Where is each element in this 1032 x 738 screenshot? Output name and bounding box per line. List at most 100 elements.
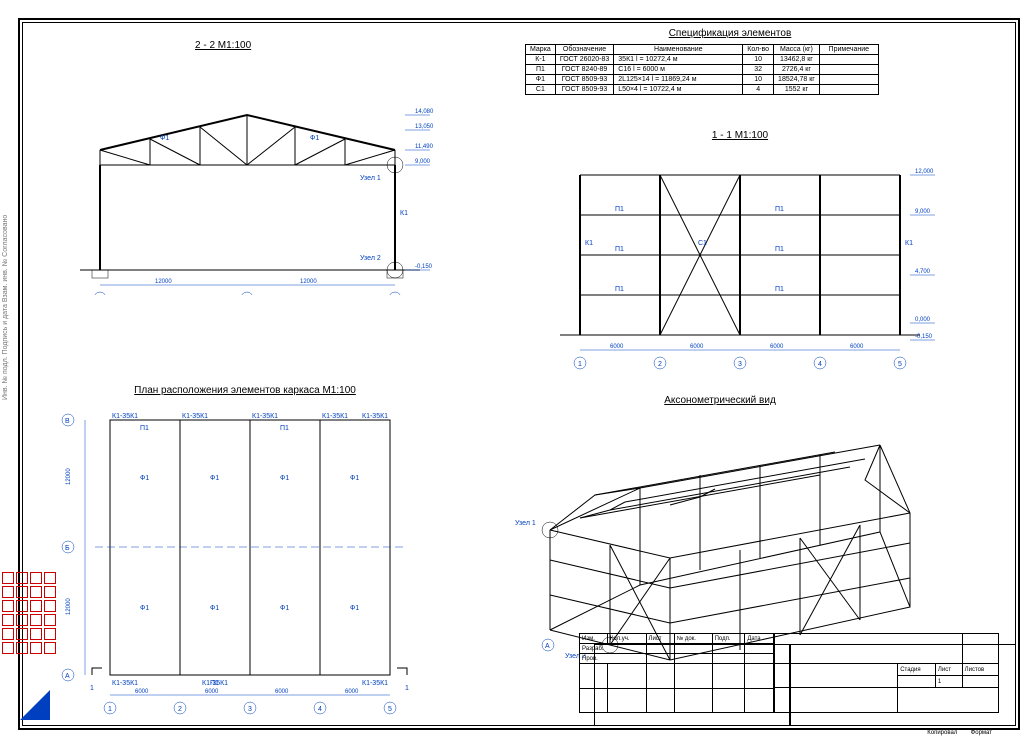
svg-text:3: 3 [248, 706, 252, 713]
spec-h1: Обозначение [555, 45, 613, 55]
svg-text:Б: Б [65, 545, 70, 552]
svg-text:6000: 6000 [135, 689, 149, 695]
section11-title: 1 - 1 М1:100 [650, 130, 830, 141]
footer-copy: Копировал [927, 730, 957, 736]
svg-text:Ф1: Ф1 [280, 605, 289, 612]
spec-h0: Марка [526, 45, 556, 55]
titleblock-right: СтадияЛистЛистов 1 [789, 644, 1016, 726]
c: С16 l = 6000 м [614, 65, 743, 75]
c: 35К1 l = 10272,4 м [614, 55, 743, 65]
svg-text:12,000: 12,000 [915, 169, 934, 175]
svg-text:12000: 12000 [300, 279, 317, 285]
svg-text:6000: 6000 [275, 689, 289, 695]
svg-text:14,080: 14,080 [415, 109, 434, 115]
svg-text:В: В [65, 418, 70, 425]
section22-title: 2 - 2 М1:100 [195, 40, 251, 51]
svg-text:Ф1: Ф1 [280, 475, 289, 482]
cursor-icon [20, 690, 50, 720]
svg-text:6000: 6000 [205, 689, 219, 695]
c: L50×4 l = 10722,4 м [614, 85, 743, 95]
titleblock-left: Изм.Кол.уч.Лист№ док.Подп.Дата Разраб. П… [594, 644, 791, 726]
footer-fmt: Формат [971, 730, 992, 736]
c: ГОСТ 8509-93 [555, 85, 613, 95]
svg-text:5: 5 [898, 361, 902, 368]
svg-text:К1-35К1: К1-35К1 [252, 413, 278, 420]
svg-text:4: 4 [318, 706, 322, 713]
tb: Подп. [712, 634, 745, 644]
svg-text:2: 2 [178, 706, 182, 713]
svg-text:9,000: 9,000 [415, 159, 431, 165]
svg-text:12000: 12000 [66, 598, 72, 615]
svg-text:К1-35К1: К1-35К1 [112, 413, 138, 420]
svg-text:1: 1 [90, 685, 94, 692]
svg-text:6000: 6000 [770, 344, 784, 350]
svg-text:С1: С1 [698, 240, 707, 247]
c: ГОСТ 26020-83 [555, 55, 613, 65]
drawing-page: Спецификация элементов Марка Обозначение… [0, 0, 1032, 738]
plan-svg: Ф1 Ф1 Ф1 Ф1 Ф1 Ф1 Ф1 Ф1 К1-35К1 К1-35К1 … [50, 400, 430, 720]
c: ГОСТ 8509-93 [555, 75, 613, 85]
c: Ф1 [526, 75, 556, 85]
c: 10 [743, 55, 774, 65]
svg-text:6000: 6000 [345, 689, 359, 695]
svg-text:6000: 6000 [690, 344, 704, 350]
tb: Лист [646, 634, 674, 644]
svg-text:П1: П1 [615, 206, 624, 213]
c: 2L125×14 l = 11869,24 м [614, 75, 743, 85]
tb: Дата [745, 634, 774, 644]
svg-text:-0,150: -0,150 [415, 264, 433, 270]
c: П1 [526, 65, 556, 75]
c: 13462,8 кг [774, 55, 820, 65]
tb: Изм. [580, 634, 608, 644]
svg-text:К1-35К1: К1-35К1 [322, 413, 348, 420]
axono-svg: Узел 1 Узел 2 А [490, 410, 960, 670]
c: 1552 кг [774, 85, 820, 95]
tb: № док. [674, 634, 712, 644]
c: 32 [743, 65, 774, 75]
c [819, 85, 878, 95]
tb: Разраб. [580, 644, 647, 654]
svg-text:Ф1: Ф1 [210, 475, 219, 482]
c: 18524,78 кг [774, 75, 820, 85]
c: ГОСТ 8240-89 [555, 65, 613, 75]
svg-text:11,490: 11,490 [415, 144, 434, 150]
svg-text:П1: П1 [615, 286, 624, 293]
tb: Пров. [580, 654, 647, 664]
sidebar-text: Инв. № подл. Подпись и дата Взам. инв. №… [2, 390, 302, 400]
svg-text:13,050: 13,050 [415, 124, 434, 130]
svg-text:П1: П1 [280, 425, 289, 432]
svg-text:К1-35К1: К1-35К1 [362, 680, 388, 687]
svg-text:5: 5 [388, 706, 392, 713]
tb: Стадия [898, 664, 936, 676]
svg-text:К1: К1 [585, 240, 593, 247]
tb: Кол.уч. [607, 634, 646, 644]
svg-text:П1: П1 [775, 246, 784, 253]
svg-text:Ф1: Ф1 [210, 605, 219, 612]
svg-text:2: 2 [658, 361, 662, 368]
svg-text:6000: 6000 [850, 344, 864, 350]
svg-text:Ф1: Ф1 [310, 135, 319, 142]
tb: Лист [935, 664, 962, 676]
c [819, 65, 878, 75]
svg-text:Узел 1: Узел 1 [515, 520, 536, 527]
svg-text:Ф1: Ф1 [350, 605, 359, 612]
svg-text:К1: К1 [400, 210, 408, 217]
svg-text:4,700: 4,700 [915, 269, 931, 275]
svg-text:Ф1: Ф1 [140, 475, 149, 482]
svg-text:Ф1: Ф1 [160, 135, 169, 142]
svg-text:3: 3 [738, 361, 742, 368]
svg-text:К1-35К1: К1-35К1 [362, 413, 388, 420]
svg-text:К1-35К1: К1-35К1 [112, 680, 138, 687]
svg-text:1: 1 [405, 685, 409, 692]
svg-text:1: 1 [578, 361, 582, 368]
svg-text:П1: П1 [140, 425, 149, 432]
svg-text:0,000: 0,000 [915, 317, 931, 323]
tb: 1 [935, 676, 962, 688]
c: 2726,4 кг [774, 65, 820, 75]
axono-title: Аксонометрический вид [620, 395, 820, 406]
svg-text:Ф1: Ф1 [140, 605, 149, 612]
spec-title: Спецификация элементов [590, 28, 870, 39]
svg-text:1: 1 [108, 706, 112, 713]
spec-h3: Кол-во [743, 45, 774, 55]
svg-text:К1: К1 [905, 240, 913, 247]
